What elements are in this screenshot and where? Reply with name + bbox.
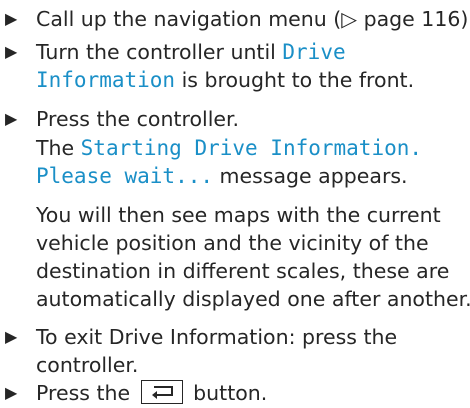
info-paragraph-line-2: vehicle position and the vicinity of the [36, 231, 429, 255]
step-1: Call up the navigation menu (▷ page 116)… [36, 7, 470, 31]
bullet-icon: ▶ [5, 42, 18, 61]
step-2-cont: Information is brought to the front. [36, 68, 415, 92]
step-6: Press the button. [36, 380, 268, 405]
step-2: Turn the controller until Drive [36, 40, 346, 64]
step-3-line-2: The Starting Drive Information. [36, 136, 423, 160]
bullet-icon: ▶ [5, 327, 18, 346]
display-text-wait: Please wait... [36, 164, 214, 188]
bullet-icon: ▶ [5, 383, 18, 402]
info-paragraph-line-4: automatically displayed one after anothe… [36, 287, 470, 311]
info-paragraph-line-3: destination in different scales, these a… [36, 259, 450, 283]
back-arrow-icon [140, 380, 183, 404]
bullet-icon: ▶ [5, 9, 18, 28]
display-text-drive: Drive [282, 40, 346, 64]
step-5: To exit Drive Information: press the [36, 325, 398, 349]
step-3: Press the controller. [36, 107, 240, 131]
bullet-icon: ▶ [5, 109, 18, 128]
info-paragraph-line-1: You will then see maps with the current [36, 203, 441, 227]
step-5-cont: controller. [36, 353, 139, 377]
step-3-line-3: Please wait... message appears. [36, 164, 408, 188]
display-text-starting: Starting Drive Information. [80, 136, 423, 160]
display-text-information: Information [36, 68, 176, 92]
page-reference-icon: ▷ [341, 7, 358, 31]
